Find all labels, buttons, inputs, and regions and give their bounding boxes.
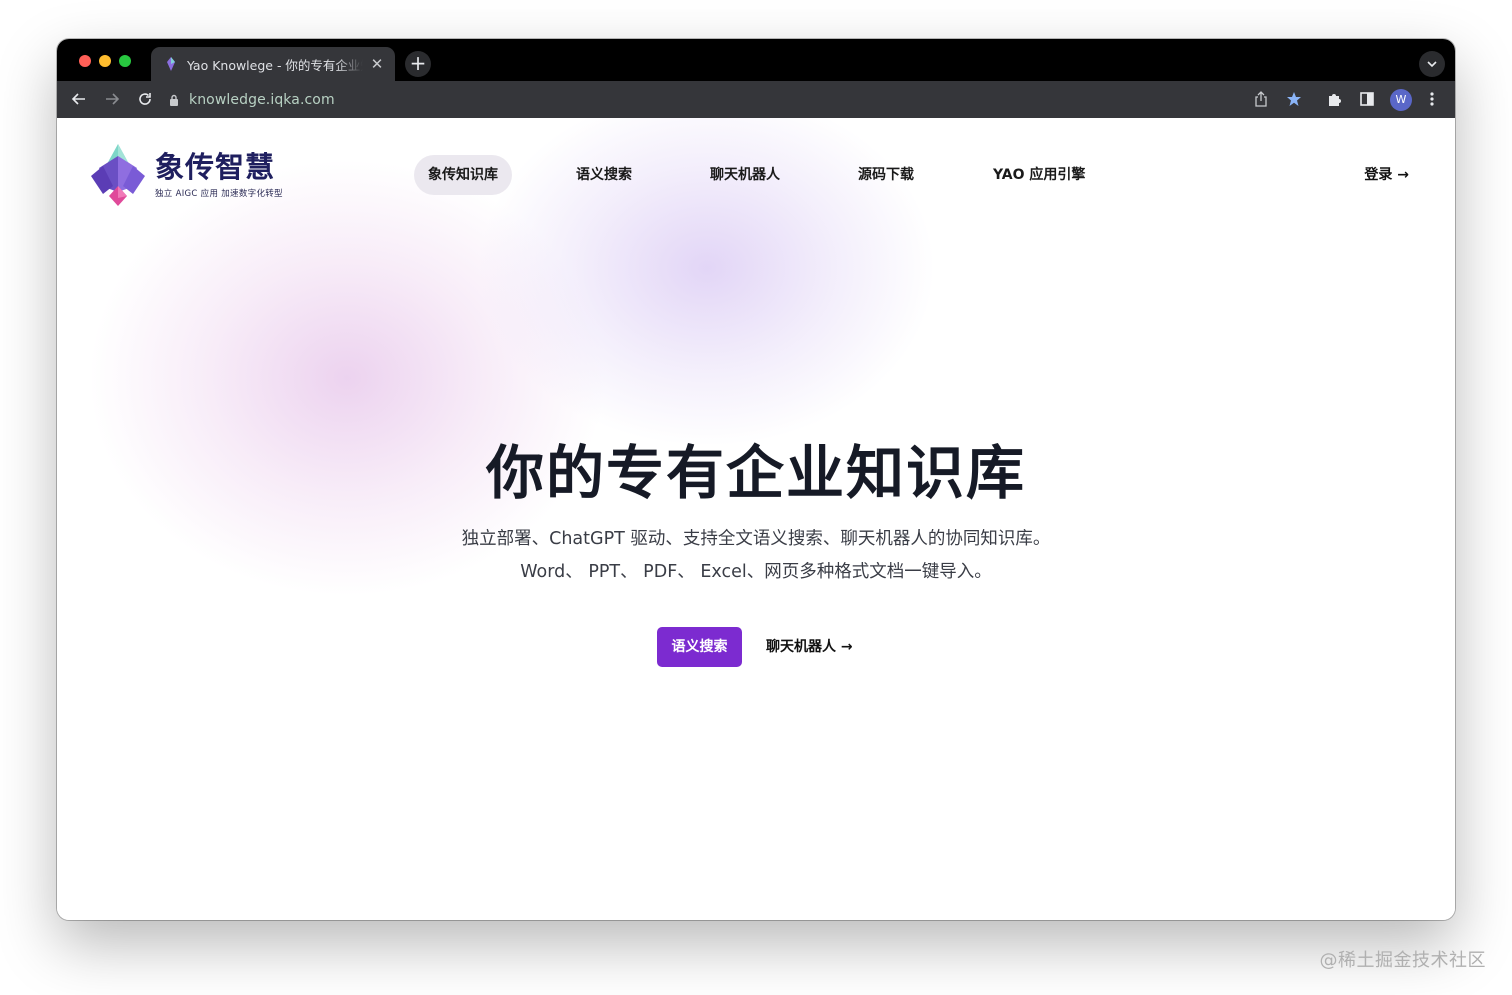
watermark: @稀土掘金技术社区 xyxy=(1319,950,1486,971)
bookmark-star-icon[interactable] xyxy=(1282,87,1306,111)
nav-item-semantic-search[interactable]: 语义搜索 xyxy=(562,155,646,195)
chevron-down-icon xyxy=(1427,61,1437,68)
tab-bar: Yao Knowlege - 你的专有企业知识库 ✕ + xyxy=(57,39,1455,81)
profile-avatar[interactable]: W xyxy=(1390,89,1412,111)
address-bar[interactable]: knowledge.iqka.com xyxy=(169,86,1269,113)
logo-name: 象传智慧 xyxy=(155,150,276,184)
browser-toolbar: knowledge.iqka.com W xyxy=(57,81,1455,118)
logo-slogan: 独立 AIGC 应用 加速数字化转型 xyxy=(155,189,283,199)
nav-item-yao-engine[interactable]: YAO 应用引擎 xyxy=(979,155,1099,195)
login-link[interactable]: 登录 → xyxy=(1364,155,1409,195)
minimize-window-button[interactable] xyxy=(99,55,111,67)
url-text: knowledge.iqka.com xyxy=(189,91,335,108)
hero-subtitle: 独立部署、ChatGPT 驱动、支持全文语义搜索、聊天机器人的协同知识库。 xyxy=(461,529,1051,549)
forward-icon[interactable] xyxy=(100,87,124,111)
side-panel-icon[interactable] xyxy=(1355,87,1379,111)
nav-item-chatbot[interactable]: 聊天机器人 xyxy=(696,155,794,195)
chatbot-link[interactable]: 聊天机器人 → xyxy=(766,627,853,667)
tab-title: Yao Knowlege - 你的专有企业知识库 xyxy=(187,57,363,73)
favicon-icon xyxy=(163,56,179,72)
close-tab-icon[interactable]: ✕ xyxy=(369,55,385,73)
browser-tab[interactable]: Yao Knowlege - 你的专有企业知识库 ✕ xyxy=(151,47,395,81)
logo-mark-icon xyxy=(91,144,145,206)
hero-title: 你的专有企业知识库 xyxy=(485,439,1026,507)
reload-icon[interactable] xyxy=(133,87,157,111)
new-tab-button[interactable]: + xyxy=(405,51,431,77)
site-logo[interactable]: 象传智慧 独立 AIGC 应用 加速数字化转型 xyxy=(89,142,283,208)
semantic-search-button[interactable]: 语义搜索 xyxy=(657,627,742,667)
nav-item-knowledge-base[interactable]: 象传知识库 xyxy=(414,155,512,195)
lock-icon xyxy=(169,94,179,106)
maximize-window-button[interactable] xyxy=(119,55,131,67)
close-window-button[interactable] xyxy=(79,55,91,67)
extensions-puzzle-icon[interactable] xyxy=(1322,87,1346,111)
screenshot-stage: Yao Knowlege - 你的专有企业知识库 ✕ + xyxy=(0,0,1512,995)
hero-subtitle: Word、 PPT、 PDF、 Excel、网页多种格式文档一键导入。 xyxy=(520,562,992,582)
back-icon[interactable] xyxy=(67,87,91,111)
share-icon[interactable] xyxy=(1249,87,1273,111)
browser-window: Yao Knowlege - 你的专有企业知识库 ✕ + xyxy=(57,39,1455,920)
web-page: 象传智慧 独立 AIGC 应用 加速数字化转型 象传知识库 语义搜索 聊天机器人… xyxy=(57,118,1455,920)
nav-item-source-download[interactable]: 源码下载 xyxy=(844,155,928,195)
tab-search-button[interactable] xyxy=(1419,51,1445,77)
more-menu-icon[interactable] xyxy=(1420,87,1444,111)
